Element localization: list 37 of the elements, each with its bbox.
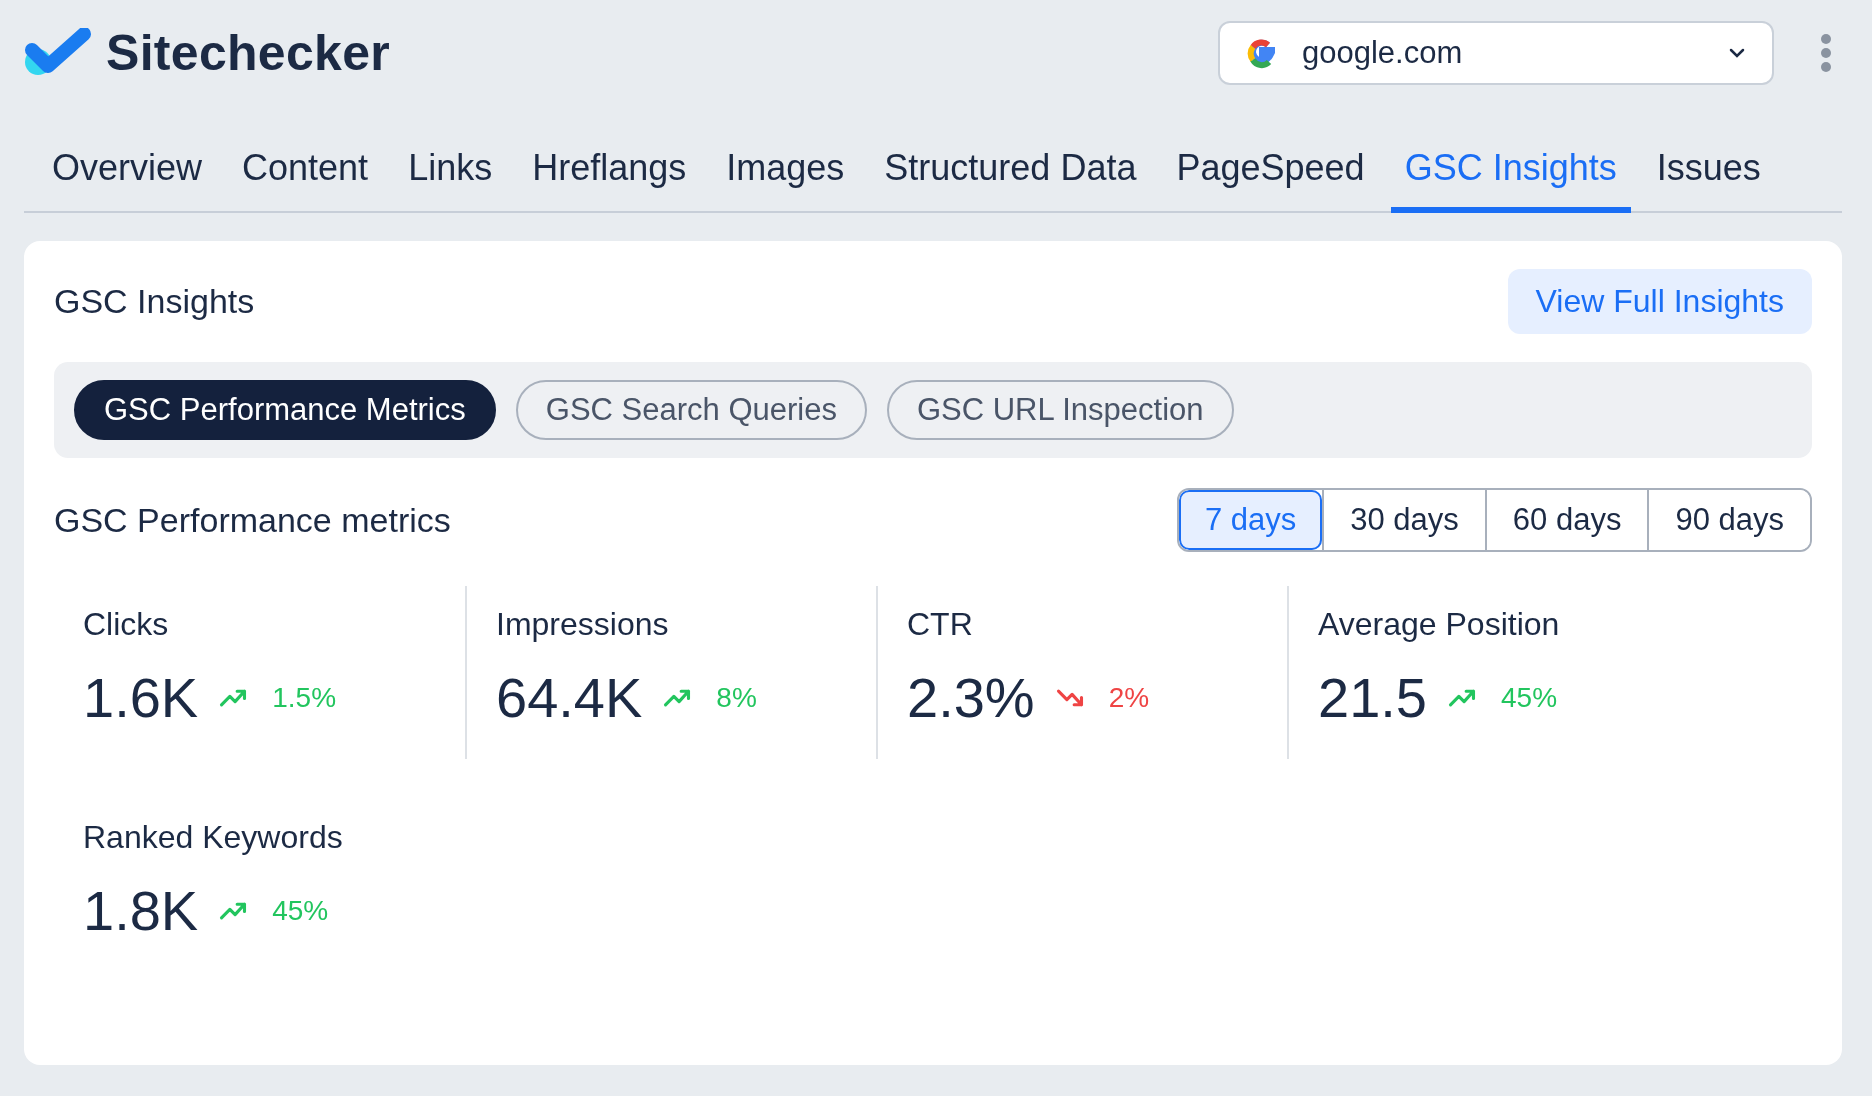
subtab-pill[interactable]: GSC Search Queries	[515, 380, 867, 440]
metric-change: 2%	[1108, 681, 1150, 714]
nav-tab[interactable]: Overview	[38, 139, 217, 213]
period-button[interactable]: 7 days	[1178, 490, 1323, 550]
metric-value: 1.6K	[83, 665, 199, 730]
metric-value: 2.3%	[907, 665, 1035, 730]
nav-tab[interactable]: Hreflangs	[518, 139, 701, 213]
subtab-pill[interactable]: GSC Performance Metrics	[74, 380, 496, 440]
metric-label: CTR	[907, 606, 974, 643]
metric-change: 45%	[272, 894, 329, 927]
checkmark-logo-icon	[24, 27, 92, 78]
nav-tab[interactable]: Structured Data	[870, 139, 1151, 213]
section-title: GSC Performance metrics	[54, 500, 451, 540]
nav-tab[interactable]: Images	[712, 139, 859, 213]
metric-label: Impressions	[496, 606, 670, 643]
subtab-pill[interactable]: GSC URL Inspection	[886, 380, 1234, 440]
metric-change: 8%	[716, 681, 757, 714]
more-options-icon[interactable]	[1820, 32, 1832, 73]
chevron-down-icon	[1728, 46, 1746, 59]
metric-label: Clicks	[83, 606, 170, 643]
nav-tab[interactable]: Issues	[1642, 139, 1775, 213]
logo-text: Sitechecker	[106, 23, 391, 82]
view-full-insights-button[interactable]: View Full Insights	[1507, 269, 1812, 334]
metric-value: 64.4K	[496, 665, 643, 730]
metric-change: 1.5%	[272, 681, 337, 714]
metric-value: 1.8K	[83, 878, 199, 943]
metric-label: Ranked Keywords	[83, 819, 344, 856]
nav-tab[interactable]: GSC Insights	[1390, 139, 1631, 213]
domain-select[interactable]: google.com	[1218, 20, 1774, 85]
period-button[interactable]: 90 days	[1647, 490, 1810, 550]
nav-tab[interactable]: Links	[394, 139, 507, 213]
metric-change: 45%	[1501, 681, 1558, 714]
card-title: GSC Insights	[54, 282, 255, 321]
metric-label: Average Position	[1318, 606, 1561, 643]
nav-tab[interactable]: Content	[228, 139, 383, 213]
nav-tab[interactable]: PageSpeed	[1162, 139, 1379, 213]
metric-value: 21.5	[1318, 665, 1427, 730]
